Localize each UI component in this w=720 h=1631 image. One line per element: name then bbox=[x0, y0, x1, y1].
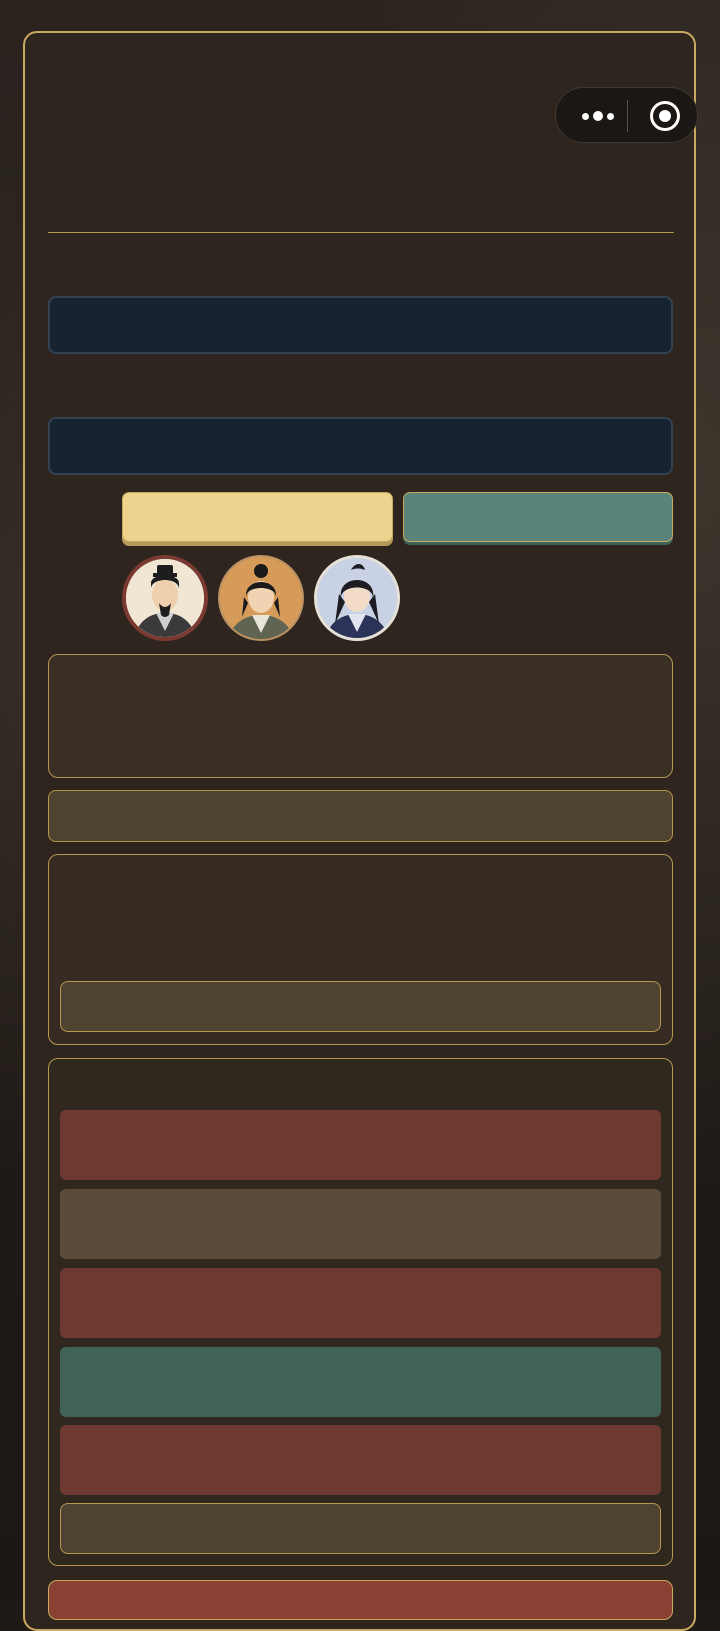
more-dots-icon[interactable] bbox=[576, 104, 620, 128]
yellow-button[interactable] bbox=[122, 492, 393, 542]
teal-button[interactable] bbox=[403, 492, 673, 542]
brown-button[interactable] bbox=[48, 790, 673, 842]
option-bar-3[interactable] bbox=[60, 1268, 661, 1338]
miniprogram-capsule bbox=[555, 87, 698, 143]
option-bar-2[interactable] bbox=[60, 1189, 661, 1259]
option-bar-1[interactable] bbox=[60, 1110, 661, 1180]
avatar-swordsman[interactable] bbox=[314, 555, 400, 641]
scholar-portrait-icon bbox=[126, 559, 204, 637]
header-divider bbox=[48, 232, 674, 233]
options-box-button[interactable] bbox=[60, 1503, 661, 1554]
content-box-button[interactable] bbox=[60, 981, 661, 1032]
option-bar-5[interactable] bbox=[60, 1425, 661, 1495]
option-bar-4[interactable] bbox=[60, 1347, 661, 1417]
dark-input-field-1[interactable] bbox=[48, 296, 673, 354]
swordsman-portrait-icon bbox=[317, 558, 397, 638]
bottom-red-button[interactable] bbox=[48, 1580, 673, 1620]
young-man-portrait-icon bbox=[220, 557, 302, 639]
target-circle-icon[interactable] bbox=[650, 101, 680, 131]
dark-input-field-2[interactable] bbox=[48, 417, 673, 475]
capsule-divider bbox=[627, 100, 628, 132]
info-box bbox=[48, 654, 673, 778]
avatar-young-man[interactable] bbox=[218, 555, 304, 641]
avatar-scholar[interactable] bbox=[122, 555, 208, 641]
